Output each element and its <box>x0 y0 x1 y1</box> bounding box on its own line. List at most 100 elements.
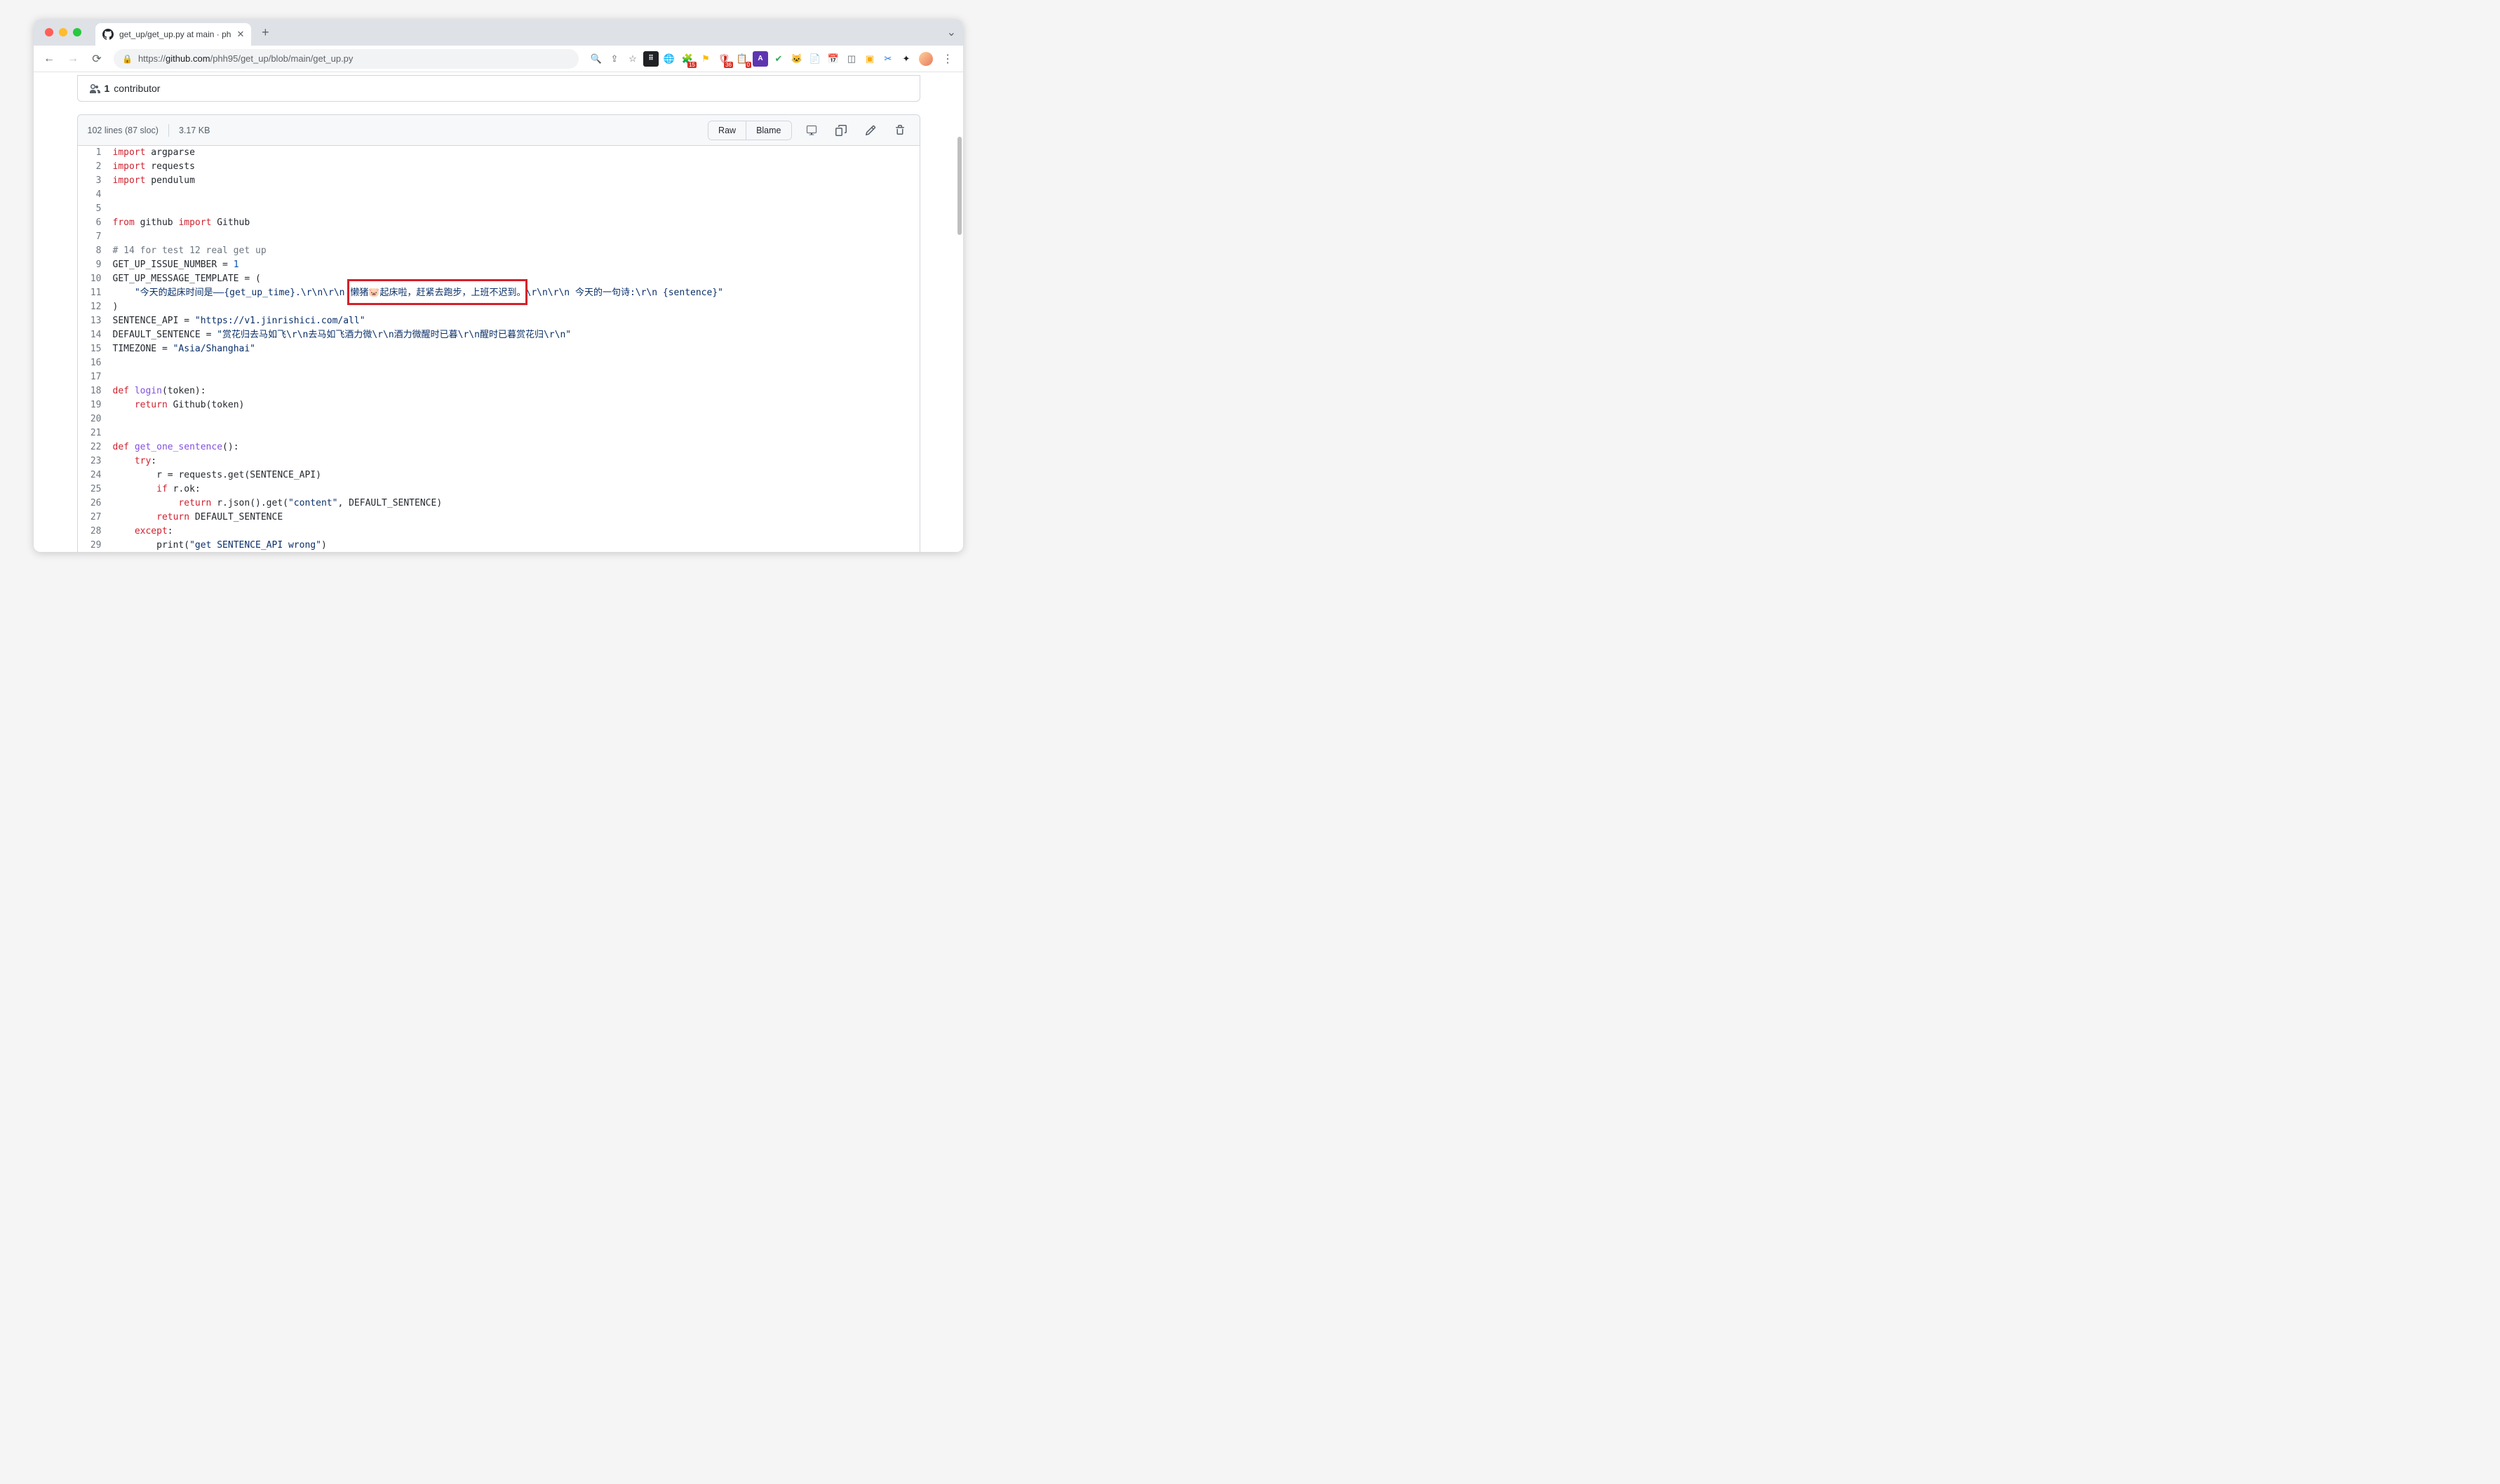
line-number[interactable]: 8 <box>78 244 109 258</box>
code-line[interactable]: 7 <box>78 230 920 244</box>
tab-close-icon[interactable]: ✕ <box>236 29 244 40</box>
line-code[interactable]: # 14 for test 12 real get up <box>109 244 920 258</box>
line-code[interactable]: if r.ok: <box>109 483 920 497</box>
line-code[interactable]: GET_UP_ISSUE_NUMBER = 1 <box>109 258 920 272</box>
line-code[interactable] <box>109 230 920 244</box>
line-code[interactable]: from github import Github <box>109 216 920 230</box>
ext-puzzle-icon[interactable]: 🧩15 <box>680 51 695 67</box>
browser-tab[interactable]: get_up/get_up.py at main · ph ✕ <box>95 23 251 46</box>
minimize-window-button[interactable] <box>59 28 67 36</box>
ext-doc-icon[interactable]: 📄 <box>807 51 823 67</box>
code-line[interactable]: 20 <box>78 412 920 426</box>
line-number[interactable]: 5 <box>78 202 109 216</box>
code-line[interactable]: 2import requests <box>78 160 920 174</box>
code-line[interactable]: 28 except: <box>78 525 920 539</box>
code-line[interactable]: 16 <box>78 356 920 370</box>
blame-button[interactable]: Blame <box>746 121 791 140</box>
line-number[interactable]: 21 <box>78 426 109 440</box>
line-code[interactable]: import requests <box>109 160 920 174</box>
line-number[interactable]: 24 <box>78 468 109 483</box>
line-number[interactable]: 26 <box>78 497 109 511</box>
copy-icon[interactable] <box>831 121 851 140</box>
profile-avatar[interactable] <box>918 51 934 67</box>
ext-flag-icon[interactable]: ⚑ <box>698 51 713 67</box>
line-code[interactable]: ) <box>109 300 920 314</box>
line-number[interactable]: 4 <box>78 188 109 202</box>
line-code[interactable] <box>109 412 920 426</box>
line-code[interactable]: "今天的起床时间是——{get_up_time}.\r\n\r\n 懒猪🐷起床啦… <box>109 286 920 300</box>
line-code[interactable] <box>109 188 920 202</box>
line-number[interactable]: 28 <box>78 525 109 539</box>
line-number[interactable]: 17 <box>78 370 109 384</box>
edit-icon[interactable] <box>861 121 880 140</box>
line-number[interactable]: 27 <box>78 511 109 525</box>
code-line[interactable]: 13SENTENCE_API = "https://v1.jinrishici.… <box>78 314 920 328</box>
line-number[interactable]: 14 <box>78 328 109 342</box>
line-number[interactable]: 19 <box>78 398 109 412</box>
line-number[interactable]: 22 <box>78 440 109 454</box>
line-code[interactable]: import argparse <box>109 146 920 160</box>
line-number[interactable]: 6 <box>78 216 109 230</box>
line-code[interactable]: import pendulum <box>109 174 920 188</box>
extensions-icon[interactable]: ✦ <box>899 51 914 67</box>
line-number[interactable]: 9 <box>78 258 109 272</box>
line-code[interactable] <box>109 426 920 440</box>
line-number[interactable]: 11 <box>78 286 109 300</box>
code-line[interactable]: 17 <box>78 370 920 384</box>
line-code[interactable]: def login(token): <box>109 384 920 398</box>
line-number[interactable]: 16 <box>78 356 109 370</box>
line-number[interactable]: 1 <box>78 146 109 160</box>
line-number[interactable]: 29 <box>78 539 109 552</box>
code-line[interactable]: 6from github import Github <box>78 216 920 230</box>
back-button[interactable]: ← <box>39 49 59 69</box>
tabs-overflow-icon[interactable]: ⌄ <box>947 25 956 39</box>
line-code[interactable]: TIMEZONE = "Asia/Shanghai" <box>109 342 920 356</box>
scrollbar-thumb[interactable] <box>957 137 962 235</box>
line-code[interactable]: except: <box>109 525 920 539</box>
code-line[interactable]: 14DEFAULT_SENTENCE = "赏花归去马如飞\r\n去马如飞酒力微… <box>78 328 920 342</box>
code-line[interactable]: 10GET_UP_MESSAGE_TEMPLATE = ( <box>78 272 920 286</box>
line-code[interactable]: r = requests.get(SENTENCE_API) <box>109 468 920 483</box>
line-code[interactable]: return DEFAULT_SENTENCE <box>109 511 920 525</box>
ext-py-icon[interactable]: ▣ <box>862 51 878 67</box>
contributors-box[interactable]: 1 contributor <box>77 75 920 102</box>
code-line[interactable]: 1import argparse <box>78 146 920 160</box>
code-line[interactable]: 18def login(token): <box>78 384 920 398</box>
line-code[interactable]: DEFAULT_SENTENCE = "赏花归去马如飞\r\n去马如飞酒力微\r… <box>109 328 920 342</box>
code-line[interactable]: 5 <box>78 202 920 216</box>
line-code[interactable]: def get_one_sentence(): <box>109 440 920 454</box>
line-number[interactable]: 23 <box>78 454 109 468</box>
ext-scissors-icon[interactable]: ✂ <box>880 51 896 67</box>
line-code[interactable]: return Github(token) <box>109 398 920 412</box>
code-line[interactable]: 15TIMEZONE = "Asia/Shanghai" <box>78 342 920 356</box>
line-number[interactable]: 7 <box>78 230 109 244</box>
line-number[interactable]: 25 <box>78 483 109 497</box>
delete-icon[interactable] <box>890 121 910 140</box>
line-number[interactable]: 3 <box>78 174 109 188</box>
ext-shield-icon[interactable]: 🛡36 <box>716 51 732 67</box>
line-number[interactable]: 12 <box>78 300 109 314</box>
ext-cal-icon[interactable]: 📅 <box>826 51 841 67</box>
new-tab-button[interactable]: + <box>257 24 274 41</box>
forward-button[interactable]: → <box>63 49 83 69</box>
close-window-button[interactable] <box>45 28 53 36</box>
ext-check-icon[interactable]: ✔ <box>771 51 786 67</box>
line-code[interactable]: SENTENCE_API = "https://v1.jinrishici.co… <box>109 314 920 328</box>
line-code[interactable]: GET_UP_MESSAGE_TEMPLATE = ( <box>109 272 920 286</box>
line-number[interactable]: 18 <box>78 384 109 398</box>
line-number[interactable]: 10 <box>78 272 109 286</box>
desktop-icon[interactable] <box>802 121 821 140</box>
line-code[interactable]: return r.json().get("content", DEFAULT_S… <box>109 497 920 511</box>
maximize-window-button[interactable] <box>73 28 81 36</box>
code-line[interactable]: 22def get_one_sentence(): <box>78 440 920 454</box>
code-line[interactable]: 27 return DEFAULT_SENTENCE <box>78 511 920 525</box>
share-icon[interactable]: ⇪ <box>607 51 622 67</box>
ext-box-icon[interactable]: ◫ <box>844 51 859 67</box>
code-line[interactable]: 3import pendulum <box>78 174 920 188</box>
address-bar[interactable]: 🔒 https://github.com/phh95/get_up/blob/m… <box>114 49 579 69</box>
line-code[interactable]: print("get SENTENCE_API wrong") <box>109 539 920 552</box>
zoom-icon[interactable]: 🔍 <box>589 51 604 67</box>
reload-button[interactable]: ⟳ <box>87 49 107 69</box>
ext-cat-icon[interactable]: 🐱 <box>789 51 805 67</box>
code-line[interactable]: 4 <box>78 188 920 202</box>
